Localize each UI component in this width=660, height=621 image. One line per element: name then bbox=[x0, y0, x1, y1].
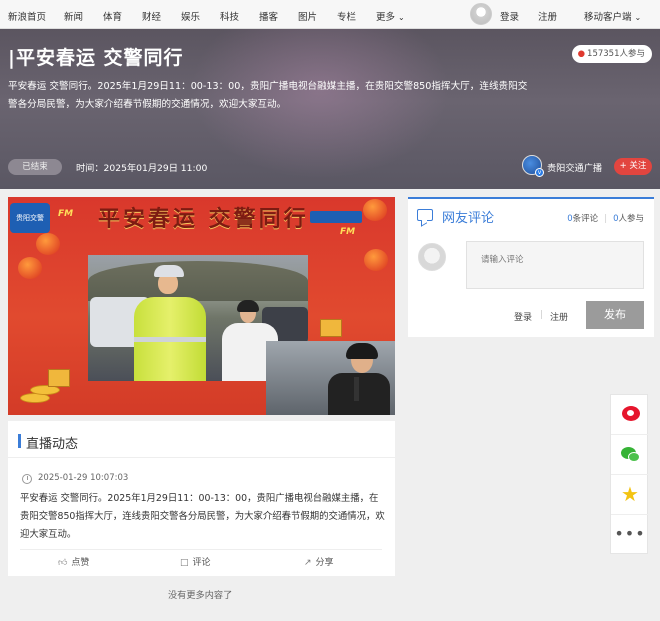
nav-mobile[interactable]: 移动客户端 ⌄ bbox=[584, 9, 641, 23]
wechat-share-button[interactable] bbox=[611, 435, 649, 475]
live-time: 时间：2025年01月29日 11:00 bbox=[76, 163, 208, 174]
star-icon: ★ bbox=[621, 482, 639, 506]
lantern-decoration bbox=[364, 249, 388, 271]
vest-stripe bbox=[134, 337, 206, 342]
page-title: |平安春运 交警同行 bbox=[8, 47, 184, 69]
wechat-icon-secondary bbox=[628, 452, 640, 462]
live-header: |平安春运 交警同行 ● 157351人参与 平安春运 交警同行。2025年1月2… bbox=[0, 29, 660, 189]
live-description: 平安春运 交警同行。2025年1月29日11：00-13：00，贵阳广播电视台融… bbox=[8, 81, 528, 110]
user-avatar-icon[interactable] bbox=[470, 3, 492, 25]
weibo-share-button[interactable] bbox=[611, 395, 649, 435]
participant-label: 人参与 bbox=[618, 214, 644, 224]
microphone bbox=[354, 377, 359, 401]
nav-mobile-label: 移动客户端 bbox=[584, 12, 632, 23]
lantern-decoration bbox=[363, 199, 387, 221]
nav-sports[interactable]: 体育 bbox=[103, 9, 122, 23]
more-icon: ••• bbox=[614, 524, 646, 543]
flame-icon: ● bbox=[577, 49, 586, 59]
like-button[interactable]: 👍︎ 点赞 bbox=[58, 555, 89, 568]
avatar bbox=[418, 243, 446, 271]
nav-home[interactable]: 新浪首页 bbox=[8, 9, 46, 23]
chevron-down-icon: ⌄ bbox=[634, 13, 642, 22]
divider bbox=[20, 549, 382, 550]
comment-label: 评论 bbox=[192, 558, 211, 568]
lantern-decoration bbox=[18, 257, 42, 279]
fm-logo: FM bbox=[58, 209, 74, 219]
share-label: 分享 bbox=[315, 558, 334, 568]
comment-button[interactable]: □ 评论 bbox=[180, 555, 211, 568]
verified-icon: v bbox=[535, 168, 544, 177]
follow-button[interactable]: + 关注 bbox=[614, 158, 652, 175]
top-nav: 新浪首页 新闻 体育 财经 娱乐 科技 播客 图片 专栏 更多 ⌄ 登录 注册 移… bbox=[0, 0, 660, 29]
weibo-icon bbox=[622, 406, 640, 421]
nav-register[interactable]: 注册 bbox=[538, 9, 557, 23]
nav-login[interactable]: 登录 bbox=[500, 9, 519, 23]
reporter-hair bbox=[237, 300, 259, 312]
feed-body: 平安春运 交警同行。2025年1月29日11：00-13：00，贵阳广播电视台融… bbox=[20, 493, 385, 540]
nav-podcast[interactable]: 播客 bbox=[259, 9, 278, 23]
share-toolbar: ★ ••• bbox=[610, 394, 649, 555]
feed-timestamp: 2025-01-29 10:07:03 bbox=[38, 473, 129, 483]
station-tag bbox=[310, 211, 362, 223]
scene-hill bbox=[88, 261, 308, 301]
nav-finance[interactable]: 财经 bbox=[142, 9, 161, 23]
no-more-content: 没有更多内容了 bbox=[168, 590, 233, 601]
separator: | bbox=[604, 214, 608, 224]
nav-more[interactable]: 更多 ⌄ bbox=[376, 9, 405, 23]
nav-photos[interactable]: 图片 bbox=[298, 9, 317, 23]
gift-decoration bbox=[48, 369, 70, 387]
share-button[interactable]: ↗ 分享 bbox=[304, 555, 334, 568]
nav-news[interactable]: 新闻 bbox=[64, 9, 83, 23]
host bbox=[328, 373, 390, 415]
feed-title: 直播动态 bbox=[26, 437, 79, 452]
comment-login-link[interactable]: 登录 bbox=[514, 310, 532, 323]
lantern-decoration bbox=[36, 233, 60, 255]
status-badge: 已结束 bbox=[8, 159, 62, 175]
separator: | bbox=[540, 310, 544, 320]
comment-stats: 0条评论 | 0人参与 bbox=[567, 212, 644, 224]
clock-icon bbox=[22, 474, 32, 484]
share-icon: ↗ bbox=[304, 558, 312, 568]
comment-placeholder: 请输入评论 bbox=[481, 255, 524, 265]
more-button[interactable]: ••• bbox=[611, 515, 649, 555]
comment-register-link[interactable]: 注册 bbox=[550, 310, 568, 323]
comments-panel: 网友评论 0条评论 | 0人参与 请输入评论 登录 | 注册 发布 bbox=[408, 197, 654, 337]
participant-count-badge: ● 157351人参与 bbox=[571, 45, 652, 63]
police-cap bbox=[154, 265, 184, 277]
host-hair bbox=[346, 343, 378, 359]
comment-count-label: 条评论 bbox=[572, 214, 599, 224]
nav-tech[interactable]: 科技 bbox=[220, 9, 239, 23]
chevron-down-icon: ⌄ bbox=[398, 13, 405, 22]
participant-count: 157351人参与 bbox=[587, 49, 645, 59]
poster-banner: 平安春运 交警同行 bbox=[98, 206, 309, 232]
video-poster[interactable]: 贵阳交警 FM FM 平安春运 交警同行 bbox=[8, 197, 395, 415]
thumbs-up-icon: 👍︎ bbox=[58, 558, 68, 568]
police-logo: 贵阳交警 bbox=[10, 203, 50, 233]
live-feed: 直播动态 2025-01-29 10:07:03 平安春运 交警同行。2025年… bbox=[8, 421, 395, 576]
comment-bubble-icon bbox=[417, 209, 433, 221]
nav-ent[interactable]: 娱乐 bbox=[181, 9, 200, 23]
divider bbox=[8, 457, 395, 458]
comment-input[interactable]: 请输入评论 bbox=[466, 241, 644, 289]
comment-icon: □ bbox=[180, 558, 189, 568]
fm-logo-right: FM bbox=[340, 227, 356, 237]
gift-decoration bbox=[320, 319, 342, 337]
section-accent bbox=[18, 434, 21, 448]
favorite-button[interactable]: ★ bbox=[611, 475, 649, 515]
like-label: 点赞 bbox=[71, 558, 90, 568]
publish-button[interactable]: 发布 bbox=[586, 301, 644, 329]
nav-column[interactable]: 专栏 bbox=[337, 9, 356, 23]
channel-name[interactable]: 贵阳交通广播 bbox=[547, 160, 602, 174]
nav-more-label: 更多 bbox=[376, 12, 396, 23]
comments-title: 网友评论 bbox=[442, 211, 495, 226]
